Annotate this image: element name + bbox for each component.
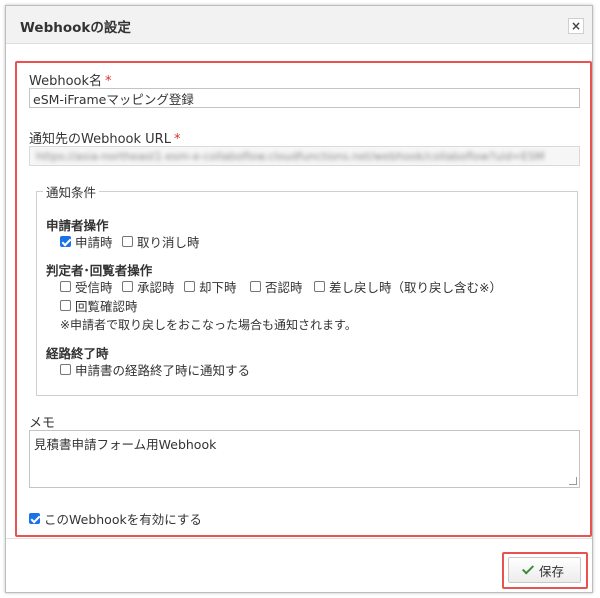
webhook-name-label: Webhook名 *	[29, 70, 112, 89]
checkbox-send-back-box[interactable]	[314, 281, 325, 292]
checkbox-send-back-label: 差し戻し時（取り戻し含む※）	[329, 280, 502, 295]
checkbox-route-end[interactable]: 申請書の経路終了時に通知する	[60, 360, 250, 379]
checkbox-apply-label: 申請時	[75, 235, 113, 250]
dialog-title: Webhookの設定	[20, 20, 131, 36]
checkbox-reject-box[interactable]	[184, 281, 195, 292]
required-mark: *	[173, 132, 181, 147]
memo-textarea[interactable]: 見積書申請フォーム用Webhook	[29, 430, 580, 488]
checkbox-cancel-box[interactable]	[122, 236, 133, 247]
checkbox-approve-label: 承認時	[137, 280, 175, 295]
checkbox-cancel[interactable]: 取り消し時	[122, 232, 200, 251]
webhook-name-label-text: Webhook名	[29, 74, 103, 89]
checkbox-receive-label: 受信時	[75, 280, 113, 295]
checkbox-deny-box[interactable]	[250, 281, 261, 292]
checkbox-circulation-confirm-box[interactable]	[60, 300, 71, 311]
checkbox-reject-label: 却下時	[199, 280, 237, 295]
close-button[interactable]: ×	[568, 18, 584, 34]
save-button-label: 保存	[538, 563, 564, 579]
checkbox-route-end-box[interactable]	[60, 364, 71, 375]
notification-conditions-legend: 通知条件	[46, 185, 97, 200]
checkbox-receive[interactable]: 受信時	[60, 277, 113, 296]
checkbox-reject[interactable]: 却下時	[184, 277, 237, 296]
checkbox-circulation-confirm-label: 回覧確認時	[75, 299, 138, 314]
checkbox-enable-webhook[interactable]: このWebhookを有効にする	[29, 509, 202, 528]
webhook-url-label: 通知先のWebhook URL *	[29, 128, 180, 147]
resize-handle-icon[interactable]	[569, 477, 577, 485]
checkbox-enable-webhook-label: このWebhookを有効にする	[44, 512, 202, 527]
required-mark: *	[105, 74, 112, 89]
save-button[interactable]: 保存	[508, 557, 581, 583]
checkbox-circulation-confirm[interactable]: 回覧確認時	[60, 296, 138, 315]
checkbox-approve-box[interactable]	[122, 281, 133, 292]
checkbox-cancel-label: 取り消し時	[137, 235, 200, 250]
webhook-url-input[interactable]: https://asia-northeast1-esm-e-collaboflo…	[29, 146, 580, 166]
webhook-name-input[interactable]	[29, 88, 580, 108]
dialog-titlebar: Webhookの設定 ×	[6, 6, 592, 44]
checkbox-apply-box[interactable]	[60, 236, 71, 247]
checkbox-send-back[interactable]: 差し戻し時（取り戻し含む※）	[314, 277, 502, 296]
webhook-url-label-text: 通知先のWebhook URL	[29, 132, 171, 147]
close-icon: ×	[570, 19, 582, 33]
webhook-url-value: https://asia-northeast1-esm-e-collaboflo…	[36, 150, 545, 163]
checkbox-deny[interactable]: 否認時	[250, 277, 303, 296]
memo-value: 見積書申請フォーム用Webhook	[34, 437, 217, 452]
footer-divider	[6, 538, 592, 539]
check-icon	[521, 562, 534, 575]
webhook-settings-dialog: Webhookの設定 × Webhook名* 通知先のWebhook URL* …	[5, 5, 593, 593]
memo-label: メモ	[29, 416, 56, 431]
checkbox-receive-box[interactable]	[60, 281, 71, 292]
checkbox-enable-webhook-box[interactable]	[29, 513, 40, 524]
checkbox-deny-label: 否認時	[265, 280, 303, 295]
approver-note: ※申請者で取り戻しをおこなった場合も通知されます。	[60, 318, 357, 332]
checkbox-approve[interactable]: 承認時	[122, 277, 175, 296]
checkbox-route-end-label: 申請書の経路終了時に通知する	[75, 363, 251, 378]
checkbox-apply[interactable]: 申請時	[60, 232, 113, 251]
